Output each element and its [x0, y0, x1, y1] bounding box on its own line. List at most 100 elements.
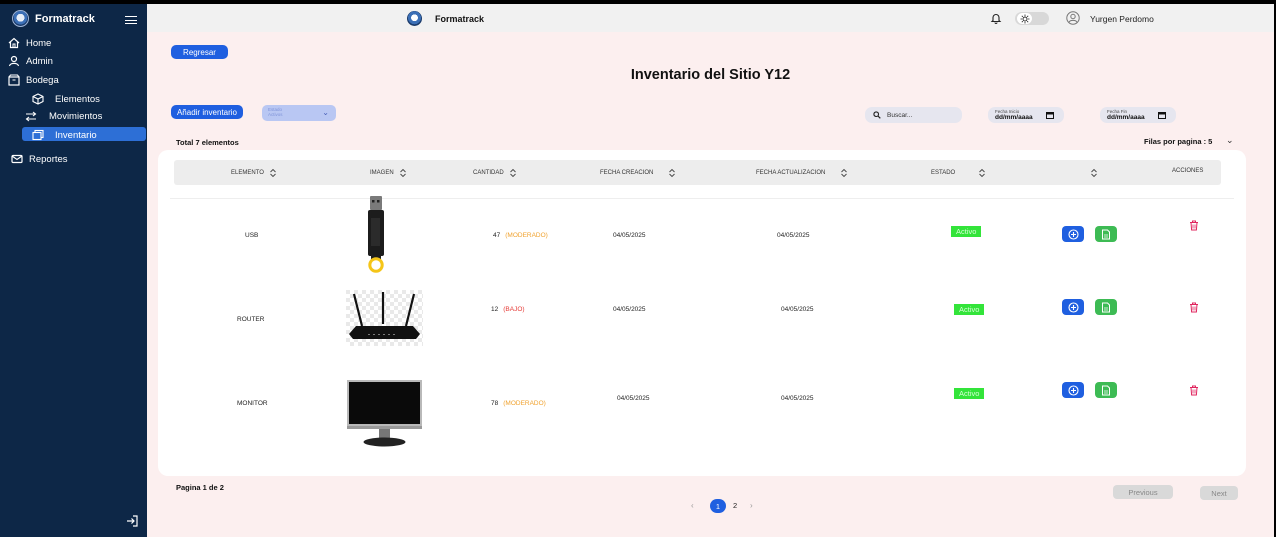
cell-fecha-creacion: 04/05/2025 [617, 395, 650, 402]
fecha-fin-field[interactable]: Fecha Fin dd/mm/aaaa [1100, 107, 1176, 123]
mail-icon [11, 154, 23, 164]
bell-icon[interactable] [990, 12, 1002, 24]
calendar-icon[interactable] [1158, 111, 1166, 119]
chevron-right-icon[interactable]: › [750, 501, 753, 510]
stock-level: (BAJO) [503, 306, 525, 313]
cell-fecha-creacion: 04/05/2025 [613, 232, 646, 239]
sort-icon[interactable] [978, 168, 986, 178]
sidebar-item-elementos[interactable]: Elementos [32, 93, 100, 105]
column-header-elemento[interactable]: ELEMENTO [231, 168, 277, 178]
total-count: Total 7 elementos [176, 138, 239, 147]
sun-icon [1020, 14, 1029, 23]
sort-icon[interactable] [1090, 168, 1098, 178]
add-quantity-button[interactable] [1062, 382, 1084, 398]
logout-icon[interactable] [126, 515, 138, 527]
sidebar-item-reportes[interactable]: Reportes [11, 153, 68, 165]
sidebar-item-label: Movimientos [49, 110, 103, 122]
chevron-left-icon[interactable]: ‹ [691, 501, 694, 510]
cell-fecha-actualizacion: 04/05/2025 [781, 306, 814, 313]
cell-fecha-creacion: 04/05/2025 [613, 306, 646, 313]
search-input[interactable]: Buscar... [865, 107, 962, 123]
status-badge: Activo [951, 226, 982, 237]
topbar: Formatrack Yurgen Perdomo [147, 4, 1274, 32]
report-button[interactable] [1095, 299, 1117, 315]
back-button[interactable]: Regresar [171, 45, 228, 59]
cell-cantidad: 47 (MODERADO) [493, 232, 548, 239]
stock-level: (MODERADO) [505, 232, 548, 239]
sort-icon[interactable] [269, 168, 277, 178]
column-header-fecha-creacion[interactable]: FECHA CREACION [600, 168, 676, 178]
menu-toggle-icon[interactable] [125, 16, 137, 24]
sidebar-item-home[interactable]: Home [8, 37, 51, 49]
stock-level: (MODERADO) [503, 400, 546, 407]
report-button[interactable] [1095, 226, 1117, 242]
cell-cantidad: 12 (BAJO) [491, 306, 525, 313]
page-indicator: Pagina 1 de 2 [176, 483, 224, 492]
estado-filter-label: Estado Activos [268, 107, 283, 117]
trash-icon[interactable] [1189, 302, 1199, 313]
sidebar-item-admin[interactable]: Admin [8, 55, 53, 67]
column-header-cantidad[interactable]: CANTIDAD [473, 168, 517, 178]
cell-elemento: USB [245, 232, 259, 239]
cube-icon [32, 93, 44, 105]
column-header-sort[interactable] [1085, 168, 1098, 178]
page-title: Inventario del Sitio Y12 [630, 67, 791, 83]
add-inventory-button[interactable]: Añadir inventario [171, 105, 243, 119]
theme-knob [1017, 13, 1032, 24]
estado-filter-select[interactable]: Estado Activos ⌄ [262, 105, 336, 121]
search-placeholder: Buscar... [887, 111, 913, 119]
topbar-logo [407, 11, 422, 26]
sort-icon[interactable] [399, 168, 407, 178]
status-badge: Activo [954, 304, 985, 315]
sidebar-item-movimientos[interactable]: Movimientos [25, 110, 102, 122]
cell-fecha-actualizacion: 04/05/2025 [781, 395, 814, 402]
monitor-image [347, 380, 422, 447]
sidebar: Formatrack Home Admin Bodega Elementos M… [0, 4, 147, 537]
chevron-down-icon: ⌄ [322, 108, 329, 117]
column-header-estado[interactable]: ESTADO [931, 168, 986, 178]
document-icon [1102, 229, 1110, 239]
sort-icon[interactable] [509, 168, 517, 178]
user-icon [8, 55, 20, 67]
calendar-icon[interactable] [1046, 111, 1054, 119]
add-quantity-button[interactable] [1062, 299, 1084, 315]
sidebar-item-label: Reportes [29, 153, 68, 165]
add-quantity-button[interactable] [1062, 226, 1084, 242]
plus-circle-icon [1067, 301, 1079, 313]
sidebar-item-label: Admin [26, 55, 53, 67]
status-badge: Activo [954, 388, 985, 399]
usb-image [368, 196, 384, 273]
column-header-fecha-actualizacion[interactable]: FECHA ACTUALIZACION [756, 168, 848, 178]
report-button[interactable] [1095, 382, 1117, 398]
next-button[interactable]: Next [1200, 486, 1238, 500]
header-divider [170, 198, 1234, 199]
page-button-2[interactable]: 2 [733, 501, 737, 510]
sort-icon[interactable] [840, 168, 848, 178]
router-image [346, 290, 423, 346]
cell-fecha-actualizacion: 04/05/2025 [777, 232, 810, 239]
sidebar-brand[interactable]: Formatrack [12, 10, 95, 27]
fecha-inicio-field[interactable]: Fecha Inicio dd/mm/aaaa [988, 107, 1064, 123]
previous-button[interactable]: Previous [1113, 485, 1173, 499]
sidebar-item-inventario[interactable]: Inventario [32, 129, 97, 141]
theme-toggle[interactable] [1015, 12, 1049, 25]
plus-circle-icon [1067, 384, 1079, 396]
sort-icon[interactable] [668, 168, 676, 178]
page-button-1[interactable]: 1 [710, 499, 726, 513]
user-name[interactable]: Yurgen Perdomo [1090, 14, 1154, 24]
trash-icon[interactable] [1189, 385, 1199, 396]
search-icon [873, 111, 881, 119]
table-header: ELEMENTO IMAGEN CANTIDAD FECHA CREACION … [174, 160, 1221, 185]
sidebar-item-label: Elementos [55, 93, 100, 105]
chevron-down-icon[interactable]: ⌄ [1226, 135, 1234, 146]
inventory-table: ELEMENTO IMAGEN CANTIDAD FECHA CREACION … [158, 150, 1246, 476]
fecha-fin-value: dd/mm/aaaa [1107, 114, 1145, 121]
inventory-icon [32, 129, 44, 141]
trash-icon[interactable] [1189, 220, 1199, 231]
column-header-imagen[interactable]: IMAGEN [370, 168, 407, 178]
main-content: Regresar Inventario del Sitio Y12 Añadir… [147, 32, 1274, 537]
sidebar-item-bodega[interactable]: Bodega [8, 74, 59, 86]
home-icon [8, 37, 20, 49]
brand-logo [12, 10, 29, 27]
user-avatar-icon[interactable] [1066, 11, 1080, 25]
